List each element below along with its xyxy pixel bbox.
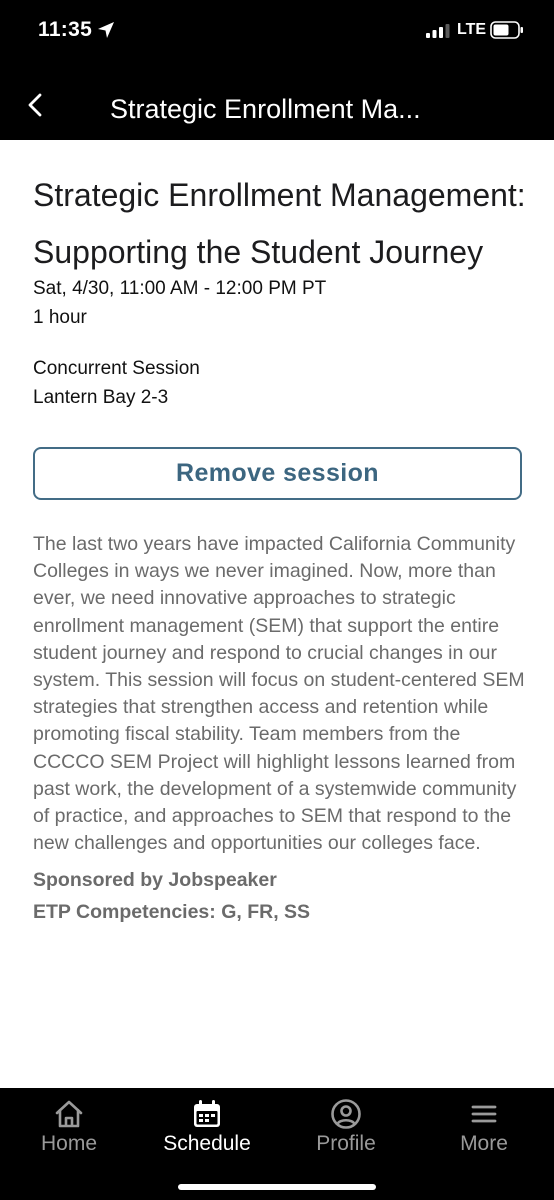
location-arrow-icon <box>98 22 114 38</box>
tab-profile-label: Profile <box>316 1132 376 1155</box>
calendar-icon <box>194 1100 220 1127</box>
session-location: Lantern Bay 2-3 <box>33 387 169 408</box>
tab-home-label: Home <box>40 1132 98 1155</box>
session-title: Strategic Enrollment Management: Support… <box>33 177 526 270</box>
tab-more[interactable]: More <box>415 1098 553 1160</box>
chevron-left-icon <box>28 93 42 117</box>
session-sponsor: Sponsored by Jobspeaker <box>33 869 277 892</box>
user-circle-icon <box>331 1099 361 1129</box>
tab-profile[interactable]: Profile <box>277 1098 415 1160</box>
page-title: Strategic Enrollment Ma... <box>110 94 421 124</box>
tab-more-label: More <box>460 1132 508 1155</box>
tab-schedule-label: Schedule <box>163 1132 251 1155</box>
menu-icon <box>471 1105 497 1123</box>
session-description: The last two years have impacted Califor… <box>33 533 525 855</box>
tab-home[interactable]: Home <box>0 1098 138 1160</box>
nav-header: Strategic Enrollment Ma... <box>0 70 554 140</box>
signal-bars-icon <box>426 24 450 38</box>
session-detail-screen: 11:35 LTE Strategic Enrollment Ma... Str… <box>0 0 554 1200</box>
battery-icon <box>490 21 523 39</box>
session-type: Concurrent Session <box>33 358 200 379</box>
back-button[interactable] <box>18 88 52 122</box>
status-bar: 11:35 LTE <box>0 0 554 70</box>
status-time: 11:35 <box>38 18 93 41</box>
session-content: Strategic Enrollment Management: Support… <box>33 140 528 928</box>
session-duration: 1 hour <box>33 307 87 328</box>
home-icon <box>55 1100 83 1128</box>
home-indicator <box>178 1184 376 1190</box>
tab-schedule[interactable]: Schedule <box>138 1098 276 1160</box>
network-type-label: LTE <box>457 21 487 38</box>
remove-session-button[interactable]: Remove session <box>33 447 522 500</box>
session-competencies: ETP Competencies: G, FR, SS <box>33 901 311 924</box>
